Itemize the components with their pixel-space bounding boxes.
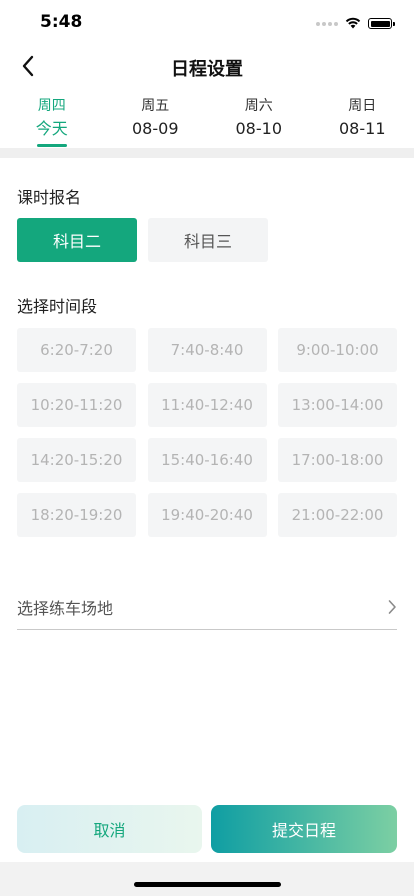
status-bar: 5:48 xyxy=(0,0,414,46)
status-time: 5:48 xyxy=(40,12,83,32)
tab-weekday: 周五 xyxy=(141,98,170,114)
date-tabs: 周四 今天 周五 08-09 周六 08-10 周日 08-11 xyxy=(0,90,414,148)
battery-icon xyxy=(368,18,395,29)
submit-schedule-button[interactable]: 提交日程 xyxy=(211,805,397,853)
date-tab-sat[interactable]: 周六 08-10 xyxy=(207,90,311,148)
venue-label: 选择练车场地 xyxy=(17,598,114,618)
date-tab-sun[interactable]: 周日 08-11 xyxy=(311,90,414,148)
subject-option-2[interactable]: 科目二 xyxy=(17,218,137,262)
status-icons xyxy=(316,14,395,33)
bottom-actions: 取消 提交日程 xyxy=(17,805,397,853)
tab-date: 08-09 xyxy=(132,119,179,138)
time-slot[interactable]: 13:00-14:00 xyxy=(278,383,397,427)
tab-date: 08-10 xyxy=(235,119,283,138)
tab-weekday: 周日 xyxy=(348,98,377,114)
time-slot[interactable]: 15:40-16:40 xyxy=(147,438,267,482)
signal-dots-icon xyxy=(316,21,338,26)
home-indicator[interactable] xyxy=(134,882,281,887)
time-slot[interactable]: 10:20-11:20 xyxy=(17,383,136,427)
active-tab-indicator xyxy=(36,144,67,147)
cancel-button[interactable]: 取消 xyxy=(17,805,202,853)
date-tab-fri[interactable]: 周五 08-09 xyxy=(104,90,208,148)
time-slot[interactable]: 19:40-20:40 xyxy=(147,493,267,537)
time-slot[interactable]: 21:00-22:00 xyxy=(278,493,397,537)
time-slot[interactable]: 18:20-19:20 xyxy=(17,493,136,537)
tab-date: 08-11 xyxy=(339,119,386,138)
time-slot[interactable]: 7:40-8:40 xyxy=(147,328,267,372)
subject-section-label: 课时报名 xyxy=(17,188,82,207)
time-section-label: 选择时间段 xyxy=(17,297,98,316)
section-divider xyxy=(0,148,414,158)
nav-bar: 日程设置 xyxy=(0,46,414,88)
date-tab-today[interactable]: 周四 今天 xyxy=(0,90,104,148)
time-slot[interactable]: 9:00-10:00 xyxy=(278,328,397,372)
subject-option-3[interactable]: 科目三 xyxy=(148,218,268,262)
time-slot[interactable]: 14:20-15:20 xyxy=(17,438,136,482)
home-area xyxy=(0,862,414,896)
subject-options: 科目二 科目三 xyxy=(17,218,268,262)
page-title: 日程设置 xyxy=(171,59,243,80)
venue-selector[interactable]: 选择练车场地 xyxy=(17,584,397,630)
time-slot-grid: 6:20-7:20 7:40-8:40 9:00-10:00 10:20-11:… xyxy=(17,328,397,537)
time-slot[interactable]: 11:40-12:40 xyxy=(147,383,267,427)
chevron-right-icon xyxy=(388,599,396,614)
tab-date: 今天 xyxy=(35,119,68,138)
tab-weekday: 周四 xyxy=(37,98,66,114)
wifi-icon xyxy=(345,14,361,33)
tab-weekday: 周六 xyxy=(244,98,273,114)
time-slot[interactable]: 17:00-18:00 xyxy=(278,438,397,482)
time-slot[interactable]: 6:20-7:20 xyxy=(17,328,136,372)
